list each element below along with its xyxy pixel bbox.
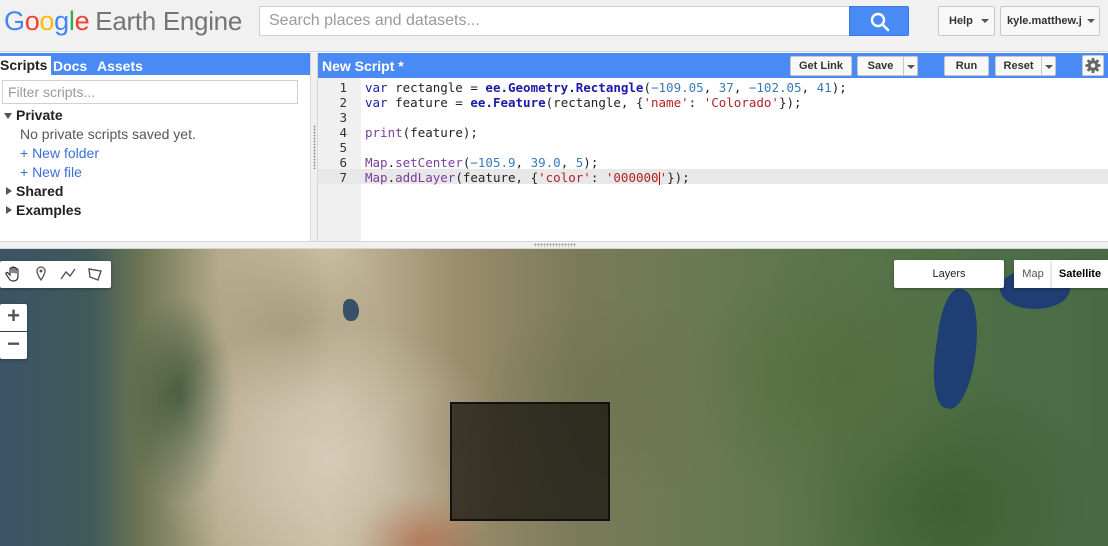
great-salt-lake	[343, 299, 359, 321]
zoom-out-button[interactable]: −	[0, 332, 27, 359]
drag-handle-icon	[534, 243, 576, 247]
code-line[interactable]: var feature = ee.Feature(rectangle, {'na…	[365, 95, 802, 110]
map-view[interactable]: + − Layers Map Satellite	[0, 249, 1108, 546]
tab-assets[interactable]: Assets	[93, 57, 147, 75]
google-earth-engine-logo: Google Earth Engine	[4, 6, 242, 37]
reset-dropdown-button[interactable]	[1041, 56, 1056, 76]
tab-docs[interactable]: Docs	[49, 57, 91, 75]
chevron-down-icon	[1045, 65, 1053, 69]
colorado-rectangle-feature[interactable]	[450, 402, 610, 521]
code-line[interactable]: Map.setCenter(−105.9, 39.0, 5);	[365, 155, 598, 170]
left-panel-tabs: Scripts Docs Assets	[0, 53, 310, 75]
line-number: 4	[339, 125, 347, 140]
search-button[interactable]	[849, 6, 909, 36]
line-number: 1	[339, 80, 347, 95]
logo-letter: G	[4, 6, 25, 36]
private-empty-message: No private scripts saved yet.	[20, 126, 196, 142]
reset-button[interactable]: Reset	[995, 56, 1042, 76]
drawing-tools	[0, 261, 111, 288]
top-bar: Google Earth Engine Search places and dat…	[0, 0, 1108, 52]
tab-scripts[interactable]: Scripts	[0, 56, 52, 75]
horizontal-splitter[interactable]	[0, 241, 1108, 249]
expand-right-icon[interactable]	[6, 187, 12, 195]
polygon-draw-icon[interactable]	[85, 264, 107, 286]
line-number: 3	[339, 110, 347, 125]
script-title: New Script *	[322, 58, 404, 74]
code-line[interactable]: print(feature);	[365, 125, 478, 140]
expand-right-icon[interactable]	[6, 206, 12, 214]
save-button[interactable]: Save	[857, 56, 904, 76]
editor-toolbar: New Script * Get Link Save Run Reset	[318, 53, 1108, 78]
code-line[interactable]: Map.addLayer(feature, {'color': '000000'…	[365, 170, 690, 185]
line-number: 6	[339, 155, 347, 170]
settings-button[interactable]	[1082, 55, 1104, 76]
new-folder-link[interactable]: + New folder	[20, 145, 99, 161]
chevron-down-icon	[981, 19, 989, 23]
layers-button[interactable]: Layers	[894, 260, 1004, 288]
line-number: 7	[339, 170, 347, 185]
line-number: 5	[339, 140, 347, 155]
line-number: 2	[339, 95, 347, 110]
tree-private[interactable]: Private	[16, 107, 63, 123]
vertical-splitter[interactable]	[310, 53, 318, 241]
marker-icon[interactable]	[31, 264, 53, 286]
code-line[interactable]: var rectangle = ee.Geometry.Rectangle(−1…	[365, 80, 847, 95]
logo-product-name: Earth Engine	[95, 6, 243, 36]
account-label: kyle.matthew.j	[1007, 15, 1082, 27]
tree-shared[interactable]: Shared	[16, 183, 63, 199]
account-button[interactable]: kyle.matthew.j	[1000, 6, 1100, 36]
line-draw-icon[interactable]	[58, 264, 80, 286]
drag-handle-icon	[313, 125, 316, 169]
run-button[interactable]: Run	[944, 56, 989, 76]
help-button[interactable]: Help	[938, 6, 995, 36]
get-link-button[interactable]: Get Link	[790, 56, 852, 76]
gear-icon	[1085, 57, 1101, 74]
map-type-satellite-button[interactable]: Satellite	[1052, 260, 1108, 288]
logo-letter: e	[74, 6, 90, 36]
left-panel: Scripts Docs Assets Filter scripts... Pr…	[0, 53, 310, 241]
logo-letter: g	[54, 6, 69, 36]
logo-letter: o	[24, 6, 40, 36]
search-input[interactable]: Search places and datasets...	[259, 6, 849, 36]
great-lakes	[927, 286, 985, 412]
chevron-down-icon	[907, 65, 915, 69]
tree-examples[interactable]: Examples	[16, 202, 81, 218]
pan-hand-icon[interactable]	[4, 264, 26, 286]
zoom-in-button[interactable]: +	[0, 304, 27, 331]
search-icon	[870, 12, 890, 32]
filter-scripts-input[interactable]: Filter scripts...	[2, 80, 298, 104]
map-type-map-button[interactable]: Map	[1014, 260, 1052, 288]
expand-down-icon[interactable]	[4, 113, 12, 119]
save-dropdown-button[interactable]	[903, 56, 918, 76]
new-file-link[interactable]: + New file	[20, 164, 82, 180]
code-editor-panel: New Script * Get Link Save Run Reset 1 2…	[318, 53, 1108, 241]
logo-letter: o	[39, 6, 55, 36]
chevron-down-icon	[1087, 19, 1095, 23]
help-label: Help	[949, 15, 973, 27]
